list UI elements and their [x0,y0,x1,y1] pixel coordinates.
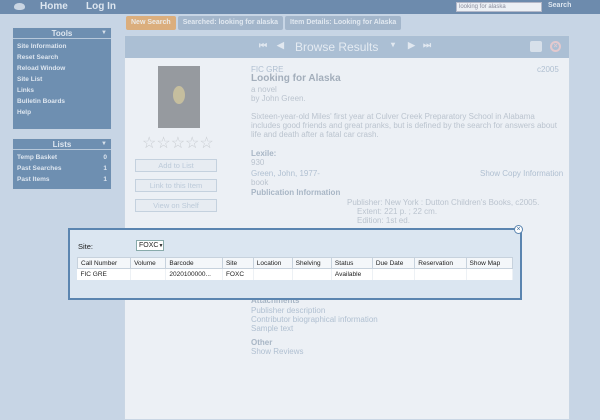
column-header[interactable]: Reservation [414,257,467,269]
cell-status: Available [331,268,373,280]
cell-due-date [372,268,416,280]
chevron-down-icon: ▼ [158,243,164,249]
copy-info-popup: × Site: FOXC▼ Call Number Volume Barcode… [68,225,523,300]
cell-reservation [414,268,467,280]
cell-call-number: FIC GRE [77,268,132,280]
column-header[interactable]: Show Map [465,257,514,269]
cell-shelving [292,268,332,280]
column-header[interactable]: Barcode [165,257,223,269]
cell-barcode: 2020100000... [165,268,223,280]
column-header[interactable]: Status [330,257,373,269]
column-header[interactable]: Location [252,257,293,269]
table-header-row: Call Number Volume Barcode Site Location… [76,257,514,269]
column-header[interactable]: Volume [130,257,167,269]
column-header[interactable]: Shelving [291,257,332,269]
close-icon[interactable]: × [514,225,523,234]
site-select[interactable]: FOXC▼ [136,240,164,251]
cell-site: FOXC [222,268,254,280]
cell-location [253,268,293,280]
column-header[interactable]: Site [221,257,254,269]
modal-overlay [0,0,600,420]
table-row[interactable]: FIC GRE 2020100000... FOXC Available [77,268,514,280]
cell-volume [130,268,167,280]
copies-table: Call Number Volume Barcode Site Location… [76,257,514,280]
column-header[interactable]: Due Date [371,257,416,269]
site-select-value: FOXC [139,242,159,249]
site-label: Site: [78,242,94,251]
cell-show-map [466,268,514,280]
column-header[interactable]: Call Number [76,257,132,269]
